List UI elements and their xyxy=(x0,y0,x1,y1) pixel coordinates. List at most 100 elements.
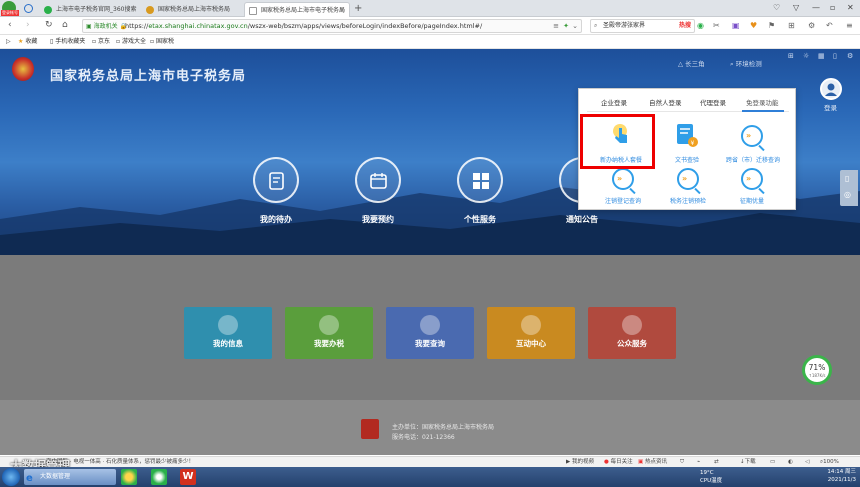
shirt-icon[interactable]: ▽ xyxy=(793,3,799,12)
translate-icon[interactable]: ⇄ xyxy=(714,458,719,466)
personal-service-button[interactable] xyxy=(457,157,503,203)
sidebar-toggle-icon[interactable]: ▷ xyxy=(6,37,11,46)
tab-no-login[interactable]: 免登录功能 xyxy=(746,97,779,107)
filing-period-link[interactable]: 征期优量 xyxy=(722,196,782,205)
extension-orange-icon[interactable]: ♥ xyxy=(750,21,757,30)
bookmark-icon[interactable]: ♡ xyxy=(773,3,780,12)
tile-query[interactable]: 我要查询 xyxy=(386,307,474,359)
url-field[interactable]: ▣ 海政机关 🔒 https://etax.shanghai.chinatax.… xyxy=(82,19,582,33)
tile-my-info[interactable]: 我的信息 xyxy=(184,307,272,359)
cleanup-icon[interactable]: ◐ xyxy=(788,458,793,466)
close-tab-icon[interactable]: × xyxy=(339,3,345,17)
user-link[interactable]: △ 长三角 xyxy=(678,58,705,68)
footer-phone: 服务电话：021-12366 xyxy=(392,434,455,441)
scissors-icon[interactable]: ✂ xyxy=(713,21,720,30)
tile-tax-handling[interactable]: 我要办税 xyxy=(285,307,373,359)
status-hot-news[interactable]: ▣ 热点资讯 xyxy=(638,458,667,466)
account-badge[interactable]: 登录帐号 xyxy=(1,10,19,16)
compass-icon[interactable] xyxy=(24,4,33,13)
search-arrow-icon[interactable]: » xyxy=(741,125,765,152)
service-icon[interactable]: ◎ xyxy=(844,190,851,199)
back-icon[interactable]: ‹ xyxy=(8,20,12,30)
announcements-label[interactable]: 通知公告 xyxy=(542,214,622,225)
clock-time: 14:14 周三 xyxy=(827,469,856,475)
bookmark-jd[interactable]: ▫ 京东 xyxy=(92,37,110,46)
status-download[interactable]: ↓下载 xyxy=(740,458,756,466)
url-text[interactable]: https://etax.shanghai.chinatax.gov.cn/ws… xyxy=(125,22,482,31)
bookmark-mobile[interactable]: ▯ 手机收藏夹 xyxy=(50,37,85,46)
taskbar-360-icon[interactable] xyxy=(121,469,137,485)
search-input[interactable]: ⌕ 圣殿帝游张家界 热搜 xyxy=(590,19,695,33)
appointment-button[interactable] xyxy=(355,157,401,203)
hot-search-badge[interactable]: 热搜 xyxy=(679,20,691,32)
appointment-label[interactable]: 我要预约 xyxy=(338,214,418,225)
status-zoom[interactable]: ⌕100% xyxy=(820,458,839,466)
document-check-icon[interactable]: ¥ xyxy=(675,123,699,149)
qr-icon[interactable]: ▦ xyxy=(818,52,825,60)
tab-search-results[interactable]: 上海市电子税务官网_360搜索 xyxy=(40,2,140,17)
search-arrow-icon[interactable]: » xyxy=(677,168,701,195)
phone-icon[interactable]: ▯ xyxy=(845,174,849,183)
my-todo-label[interactable]: 我的待办 xyxy=(236,214,316,225)
speed-rate: ↑187K/s xyxy=(808,373,826,378)
cross-province-migration-link[interactable]: 跨省（市）迁移查询 xyxy=(723,155,783,164)
home-icon[interactable]: ⌂ xyxy=(62,20,68,30)
search-arrow-icon[interactable]: » xyxy=(612,168,636,195)
extension-purple-icon[interactable]: ▣ xyxy=(732,21,740,30)
menu-lines-icon[interactable]: ≡ xyxy=(553,22,559,30)
lightning-icon[interactable]: ✦ xyxy=(563,22,569,30)
new-tab-button[interactable]: + xyxy=(354,2,362,15)
undo-icon[interactable]: ↶ xyxy=(826,21,833,30)
settings-icon[interactable]: ⚙ xyxy=(808,21,815,30)
shield-status-icon[interactable]: ⛉ xyxy=(680,458,684,466)
bookmark-tax[interactable]: ▫ 国家税 xyxy=(150,37,174,46)
minimize-icon[interactable]: — xyxy=(812,3,820,12)
my-todo-button[interactable] xyxy=(253,157,299,203)
login-label[interactable]: 登录 xyxy=(824,102,837,112)
accessibility-icon[interactable]: ☼ xyxy=(803,52,809,60)
tab-agent-login[interactable]: 代理登录 xyxy=(700,97,726,107)
mobile-icon[interactable]: ▯ xyxy=(833,52,837,60)
search-icon: ⌕ xyxy=(594,22,598,29)
search-arrow-icon[interactable]: » xyxy=(741,168,765,195)
network-speed-widget[interactable]: 71% ↑187K/s xyxy=(802,355,832,385)
maximize-icon[interactable]: ▫ xyxy=(830,3,835,12)
tab-individual-login[interactable]: 自然人登录 xyxy=(649,97,682,107)
weather-widget[interactable]: 19°C CPU温度 xyxy=(700,469,722,485)
security-label[interactable]: ▣ 海政机关 🔒 xyxy=(86,22,127,31)
taskbar-wps-icon[interactable]: W xyxy=(180,469,196,485)
tab-etax[interactable]: 国家税务总局上海市电子税务局 × xyxy=(244,2,350,17)
env-check-link[interactable]: ⌕ 环境检测 xyxy=(730,58,762,69)
windows-taskbar: e 大数据管理 W 19°C CPU温度 14:14 周三 2021/11/3 xyxy=(0,467,860,487)
taskbar-browser-icon[interactable] xyxy=(151,469,167,485)
bookmark-games[interactable]: ▫ 游戏大全 xyxy=(116,37,146,46)
screenshot-icon[interactable]: ▭ xyxy=(770,458,775,466)
reload-icon[interactable]: ↻ xyxy=(45,20,53,30)
taskbar-app-ie[interactable]: e 大数据管理 xyxy=(24,469,116,485)
accelerate-icon[interactable]: ⌁ xyxy=(697,458,700,466)
bookmark-favorites[interactable]: ★ 收藏 xyxy=(18,37,37,46)
gear-icon[interactable]: ⚙ xyxy=(847,52,853,60)
tile-interaction[interactable]: 互动中心 xyxy=(487,307,575,359)
personal-service-label[interactable]: 个性服务 xyxy=(440,214,520,225)
document-verify-link[interactable]: 文书查验 xyxy=(657,155,717,164)
status-video[interactable]: ▶ 我的视频 xyxy=(566,458,594,466)
start-button[interactable] xyxy=(2,468,20,486)
tab-enterprise-login[interactable]: 企业登录 xyxy=(601,97,627,107)
dropdown-chevron-icon[interactable]: ⌄ xyxy=(572,22,578,30)
tab-tax-bureau[interactable]: 国家税务总局上海市税务局 xyxy=(142,2,242,17)
apps-grid-icon[interactable]: ⊞ xyxy=(788,21,795,30)
tile-public-service[interactable]: 公众服务 xyxy=(588,307,676,359)
system-clock[interactable]: 14:14 周三 2021/11/3 xyxy=(827,468,856,484)
deregistration-query-link[interactable]: 注销登记查询 xyxy=(593,196,653,205)
forward-icon[interactable]: › xyxy=(26,20,30,30)
sound-icon[interactable]: ◁ xyxy=(805,458,809,466)
deregistration-precheck-link[interactable]: 税务注销预检 xyxy=(658,196,718,205)
grid-icon[interactable]: ⊞ xyxy=(788,52,794,60)
main-menu-icon[interactable]: ≡ xyxy=(846,21,853,30)
status-daily[interactable]: ● 每日关注 xyxy=(604,458,633,466)
login-avatar-button[interactable] xyxy=(820,78,842,100)
extension-green-icon[interactable]: ◉ xyxy=(697,21,704,30)
close-window-icon[interactable]: ✕ xyxy=(847,3,854,12)
game-icon[interactable]: ⚑ xyxy=(768,21,775,30)
